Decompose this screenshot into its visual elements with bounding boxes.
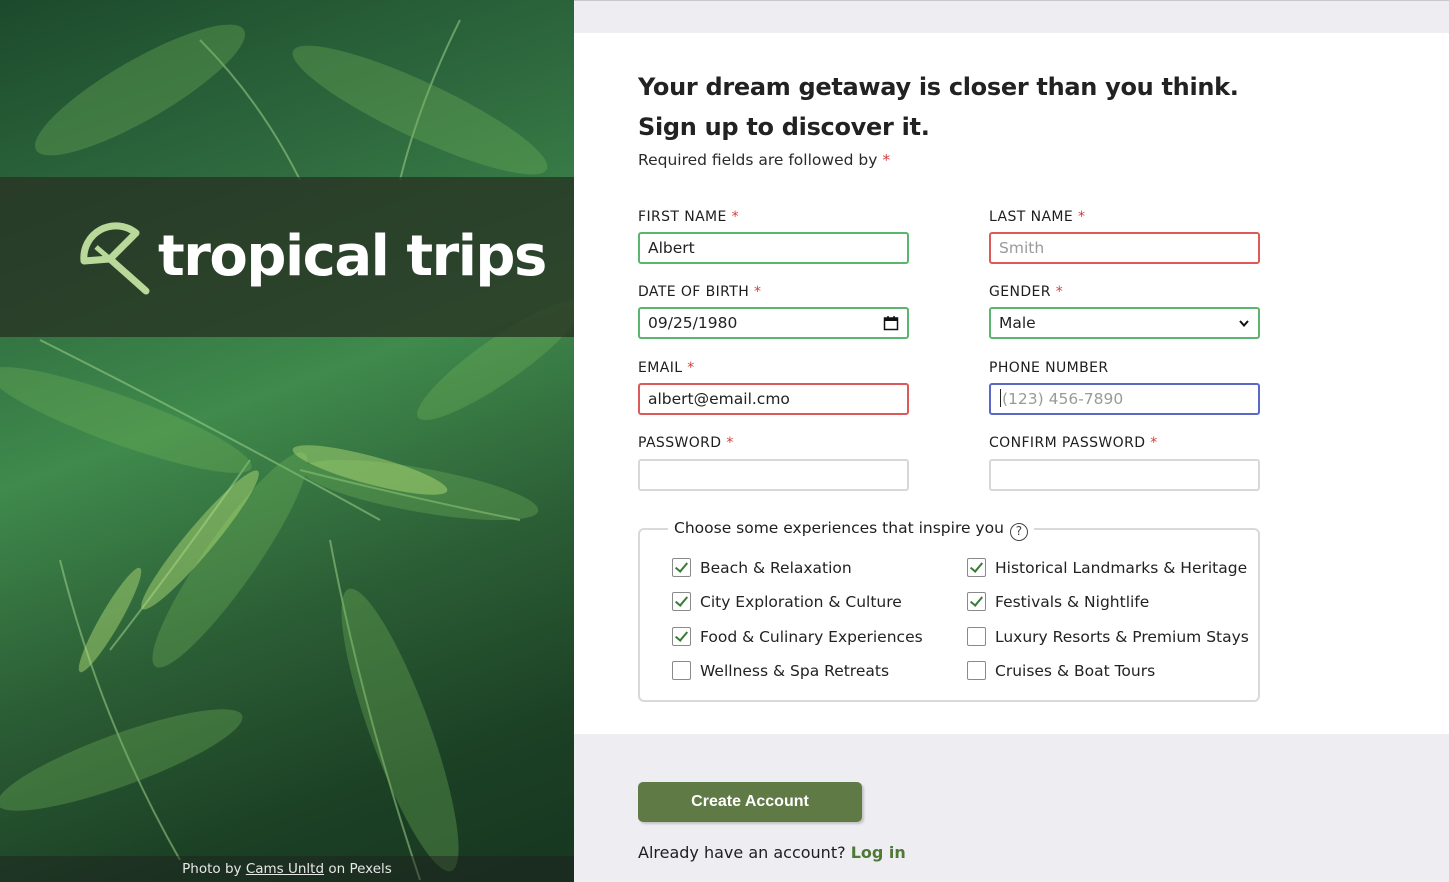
confirm-password-label-text: CONFIRM PASSWORD [989,435,1146,451]
first-name-input[interactable]: Albert [638,232,909,264]
date-of-birth-input[interactable]: 09/25/1980 [638,307,909,339]
confirm-password-label: CONFIRM PASSWORD * [989,435,1158,451]
checkbox-option[interactable]: Food & Culinary Experiences [672,627,923,646]
last-name-label-text: LAST NAME [989,209,1074,225]
password-input[interactable] [638,459,909,491]
photo-credit: Photo by Cams Unltd on Pexels [0,856,574,882]
checkbox-label: Beach & Relaxation [700,558,852,577]
gender-label-text: GENDER [989,284,1051,300]
page-title: Your dream getaway is closer than you th… [638,67,1239,147]
credit-suffix: on Pexels [328,861,392,877]
checkbox[interactable] [967,592,986,611]
experiences-legend-text: Choose some experiences that inspire you [674,519,1004,537]
gender-label: GENDER * [989,284,1063,300]
first-name-value: Albert [648,239,695,257]
checkbox-option[interactable]: Wellness & Spa Retreats [672,661,889,680]
first-name-label-text: FIRST NAME [638,209,727,225]
checkbox-option[interactable]: Historical Landmarks & Heritage [967,558,1247,577]
confirm-password-input[interactable] [989,459,1260,491]
credit-author-link[interactable]: Cams Unltd [246,861,324,877]
checkbox-label: City Exploration & Culture [700,592,902,611]
heading-line-1: Your dream getaway is closer than you th… [638,73,1239,101]
create-account-button[interactable]: Create Account [638,782,862,822]
hero-panel: tropical trips Photo by Cams Unltd on Pe… [0,0,574,882]
text-cursor [1000,389,1001,407]
first-name-label: FIRST NAME * [638,209,739,225]
dob-value: 09/25/1980 [648,314,738,332]
required-marker: * [687,360,695,376]
required-marker: * [753,284,762,300]
heading-line-2: Sign up to discover it. [638,113,930,141]
login-prompt: Already have an account? Log in [638,843,906,862]
brand-name: tropical trips [158,224,547,289]
required-note: Required fields are followed by * [638,151,890,169]
gender-value: Male [999,314,1036,332]
phone-label: PHONE NUMBER [989,360,1109,376]
checkbox[interactable] [672,627,691,646]
umbrella-logo-icon [80,222,150,295]
phone-number-input[interactable]: (123) 456-7890 [989,383,1260,415]
checkbox-label: Wellness & Spa Retreats [700,661,890,680]
phone-label-text: PHONE NUMBER [989,360,1109,376]
required-marker: * [731,209,740,225]
last-name-input[interactable]: Smith [989,232,1260,264]
dob-label-text: DATE OF BIRTH [638,284,750,300]
checkbox-option[interactable]: Festivals & Nightlife [967,592,1149,611]
required-marker: * [1150,435,1158,451]
email-label: EMAIL * [638,360,695,376]
checkbox-label: Historical Landmarks & Heritage [995,558,1248,577]
fern-background-image [0,19,574,881]
checkbox-option[interactable]: Cruises & Boat Tours [967,661,1155,680]
email-label-text: EMAIL [638,360,683,376]
gender-select[interactable]: Male [989,307,1260,339]
phone-placeholder: (123) 456-7890 [1002,390,1124,408]
dob-label: DATE OF BIRTH * [638,284,761,300]
help-icon[interactable]: ? [1009,523,1028,541]
checkbox-option[interactable]: Beach & Relaxation [672,558,852,577]
last-name-label: LAST NAME * [989,209,1085,225]
email-field[interactable]: albert@email.cmo [638,383,909,415]
checkbox-label: Food & Culinary Experiences [700,627,923,646]
chevron-down-icon [1239,320,1249,328]
required-marker: * [726,435,734,451]
checkbox[interactable] [672,592,691,611]
password-label: PASSWORD * [638,435,734,451]
checkbox-label: Luxury Resorts & Premium Stays [995,627,1249,646]
checkbox[interactable] [672,661,691,680]
required-note-text: Required fields are followed by [638,151,878,169]
credit-prefix: Photo by [182,861,242,877]
login-link[interactable]: Log in [851,843,906,862]
checkbox-label: Festivals & Nightlife [995,592,1150,611]
checkbox-label: Cruises & Boat Tours [995,661,1156,680]
email-value: albert@email.cmo [648,390,790,408]
checkbox[interactable] [967,627,986,646]
required-marker: * [1078,209,1086,225]
checkbox-option[interactable]: Luxury Resorts & Premium Stays [967,627,1249,646]
checkbox-option[interactable]: City Exploration & Culture [672,592,902,611]
calendar-icon[interactable] [883,315,899,331]
password-label-text: PASSWORD [638,435,722,451]
required-marker: * [882,151,891,169]
checkbox[interactable] [672,558,691,577]
login-prompt-text: Already have an account? [638,843,846,862]
last-name-placeholder: Smith [999,239,1045,257]
top-bar [574,0,1449,33]
experiences-legend: Choose some experiences that inspire you… [668,517,1034,541]
checkbox[interactable] [967,661,986,680]
checkbox[interactable] [967,558,986,577]
required-marker: * [1055,284,1064,300]
